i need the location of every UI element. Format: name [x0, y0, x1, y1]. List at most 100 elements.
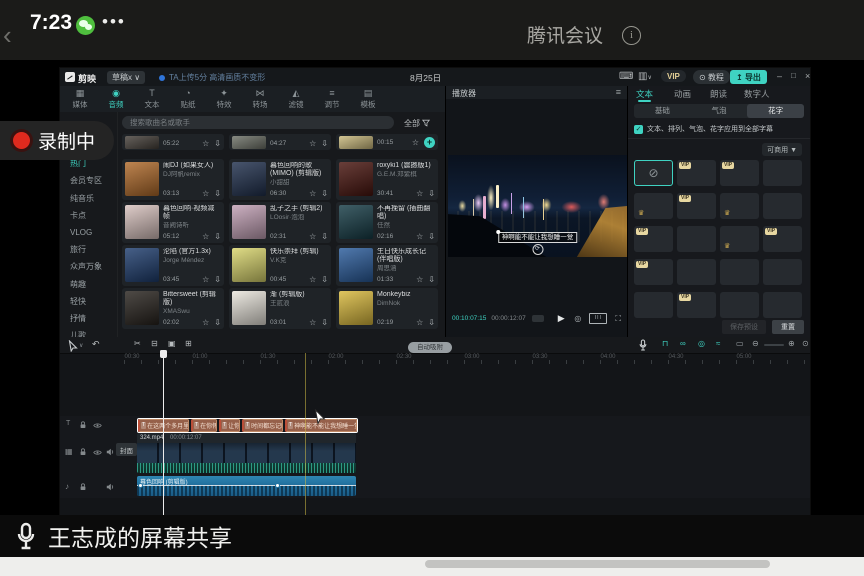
ribbon-tab-调节[interactable]: ≡调节	[314, 86, 350, 112]
fancy-text-preset-cell[interactable]	[763, 193, 802, 219]
preset-none-cell[interactable]: ⊘	[634, 160, 673, 186]
speed-tag[interactable]	[532, 315, 544, 322]
ribbon-tab-媒体[interactable]: ▦媒体	[62, 86, 98, 112]
playhead-handle[interactable]	[160, 350, 167, 358]
download-icon[interactable]: ⇩	[214, 232, 221, 241]
favorite-star-icon[interactable]: ☆	[202, 139, 209, 148]
ribbon-tab-模板[interactable]: ▤模板	[350, 86, 386, 112]
fancy-text-preset-cell[interactable]	[634, 292, 673, 318]
link-preview-toggle-icon[interactable]: ∞	[680, 339, 686, 348]
subtab-花字[interactable]: 花字	[747, 104, 804, 118]
audio-clip[interactable]: 暮色回响 (剪辑版)	[137, 476, 356, 496]
download-icon[interactable]: ⇩	[214, 139, 221, 148]
download-icon[interactable]: ⇩	[214, 275, 221, 284]
ribbon-tab-滤镜[interactable]: ◭滤镜	[278, 86, 314, 112]
reset-button[interactable]: 重置	[772, 320, 804, 334]
music-card[interactable]: 暮色回响的歌 (MIMO) (剪辑版)小甜甜06:30☆⇩	[229, 159, 331, 200]
download-icon[interactable]: ⇩	[321, 232, 328, 241]
delete-clip-icon[interactable]: ⊟	[151, 339, 158, 348]
music-card[interactable]: 不再挽留 (插曲翻唱)任然02:16☆⇩	[336, 202, 438, 243]
favorite-star-icon[interactable]: ☆	[202, 318, 209, 327]
shortcut-keyboard-icon[interactable]: ⌨	[619, 71, 633, 82]
ribbon-tab-特效[interactable]: ✦特效	[206, 86, 242, 112]
maximize-button[interactable]: □	[791, 71, 796, 80]
export-button[interactable]: ↥ 导出	[730, 70, 767, 84]
ribbon-tab-转场[interactable]: ⋈转场	[242, 86, 278, 112]
fancy-text-preset-cell[interactable]: ♛	[634, 193, 673, 219]
download-icon[interactable]: ⇩	[428, 232, 435, 241]
subtitle-clip[interactable]: T让你暖	[219, 419, 240, 432]
snap-toggle-icon[interactable]: ⊓	[662, 339, 668, 348]
volume-envelope-line[interactable]	[137, 485, 356, 486]
download-icon[interactable]: ⇩	[321, 275, 328, 284]
favorite-star-icon[interactable]: ☆	[416, 275, 423, 284]
favorite-star-icon[interactable]: ☆	[416, 189, 423, 198]
props-tab-朗读[interactable]: 朗读	[710, 88, 727, 100]
lock-icon[interactable]	[79, 421, 87, 429]
video-clip[interactable]: 324.mp4 00:00:12:07	[137, 433, 356, 473]
save-preset-button[interactable]: 保存预设	[722, 320, 766, 334]
back-chevron-icon[interactable]: ‹	[3, 20, 12, 51]
zoom-slider[interactable]	[764, 344, 784, 346]
music-category-item[interactable]: 会员专区	[60, 172, 117, 189]
subtitle-overlay[interactable]: 神啊能不能让我想睡一觉	[498, 232, 578, 243]
download-icon[interactable]: ⇩	[428, 318, 435, 327]
fancy-text-preset-cell[interactable]: VIP	[720, 160, 759, 186]
favorite-star-icon[interactable]: ☆	[202, 232, 209, 241]
music-category-item[interactable]: 旅行	[60, 241, 117, 258]
subtitle-clip[interactable]: T在你怀里	[191, 419, 217, 432]
download-icon[interactable]: ⇩	[321, 318, 328, 327]
ribbon-tab-文本[interactable]: T文本	[134, 86, 170, 112]
keyframe-dot[interactable]	[138, 483, 143, 488]
music-card[interactable]: 04:27☆⇩	[229, 134, 331, 150]
music-card[interactable]: 05:22☆⇩	[122, 134, 224, 150]
more-dots-icon[interactable]: •••	[102, 12, 126, 32]
favorite-star-icon[interactable]: ☆	[202, 275, 209, 284]
player-menu-icon[interactable]: ≡	[616, 87, 621, 97]
download-icon[interactable]: ⇩	[321, 189, 328, 198]
fancy-text-preset-cell[interactable]: VIP	[677, 193, 716, 219]
lock-icon[interactable]	[79, 483, 87, 491]
music-card[interactable]: 乱子之手 (剪辑2)LOosir·泡泡02:31☆⇩	[229, 202, 331, 243]
lock-icon[interactable]	[79, 448, 87, 456]
download-icon[interactable]: ⇩	[214, 318, 221, 327]
music-category-item[interactable]: 抒情	[60, 310, 117, 327]
preview-axis-toggle-icon[interactable]: ◎	[698, 339, 705, 348]
fancy-text-preset-cell[interactable]: ♛	[720, 193, 759, 219]
props-tab-数字人[interactable]: 数字人	[744, 88, 770, 100]
layout-switch-icon[interactable]: ▥∨	[638, 71, 652, 82]
download-icon[interactable]: ⇩	[428, 275, 435, 284]
fancy-text-preset-cell[interactable]	[720, 292, 759, 318]
favorite-star-icon[interactable]: ☆	[412, 138, 419, 147]
fancy-text-preset-cell[interactable]: VIP	[634, 226, 673, 252]
ribbon-tab-音频[interactable]: ◉音频	[98, 86, 134, 112]
fancy-text-preset-cell[interactable]: ♛	[720, 226, 759, 252]
microphone-icon[interactable]	[14, 522, 38, 550]
freeze-frame-icon[interactable]: ▣	[168, 339, 176, 348]
props-tab-文本[interactable]: 文本	[636, 88, 653, 100]
timeline-ruler[interactable]: 00:3001:0001:3002:0002:3003:0003:3004:00…	[60, 353, 810, 365]
favorite-star-icon[interactable]: ☆	[416, 318, 423, 327]
zoom-out-icon[interactable]: ⊖	[752, 339, 759, 348]
eye-icon[interactable]	[93, 449, 102, 456]
props-tab-动画[interactable]: 动画	[674, 88, 691, 100]
music-card[interactable]: 沦陷 (官方1.3x)Jorge Méndez03:45☆⇩	[122, 245, 224, 286]
fancy-text-preset-cell[interactable]	[763, 292, 802, 318]
speaker-icon[interactable]	[106, 448, 114, 456]
fancy-text-preset-cell[interactable]: VIP	[634, 259, 673, 285]
playhead-line[interactable]	[163, 351, 164, 515]
speaker-icon[interactable]	[106, 483, 114, 491]
rotate-handle-icon[interactable]: ⟳	[532, 244, 543, 255]
favorite-star-icon[interactable]: ☆	[309, 189, 316, 198]
selection-handle[interactable]	[496, 230, 500, 234]
music-card[interactable]: Bittersweet (剪辑版)XMASwu02:02☆⇩	[122, 288, 224, 329]
keyframe-dot[interactable]	[275, 483, 280, 488]
favorite-star-icon[interactable]: ☆	[202, 189, 209, 198]
play-button[interactable]: ▶	[558, 313, 565, 324]
waveform-toggle-icon[interactable]: ≈	[716, 339, 720, 348]
zoom-in-icon[interactable]: ⊕	[788, 339, 795, 348]
music-card[interactable]: 暮色回响·视频减帧音阙诗听05:12☆⇩	[122, 202, 224, 243]
fullscreen-icon[interactable]: ⛶	[615, 314, 621, 324]
music-category-item[interactable]: 萌趣	[60, 276, 117, 293]
download-icon[interactable]: ⇩	[321, 139, 328, 148]
